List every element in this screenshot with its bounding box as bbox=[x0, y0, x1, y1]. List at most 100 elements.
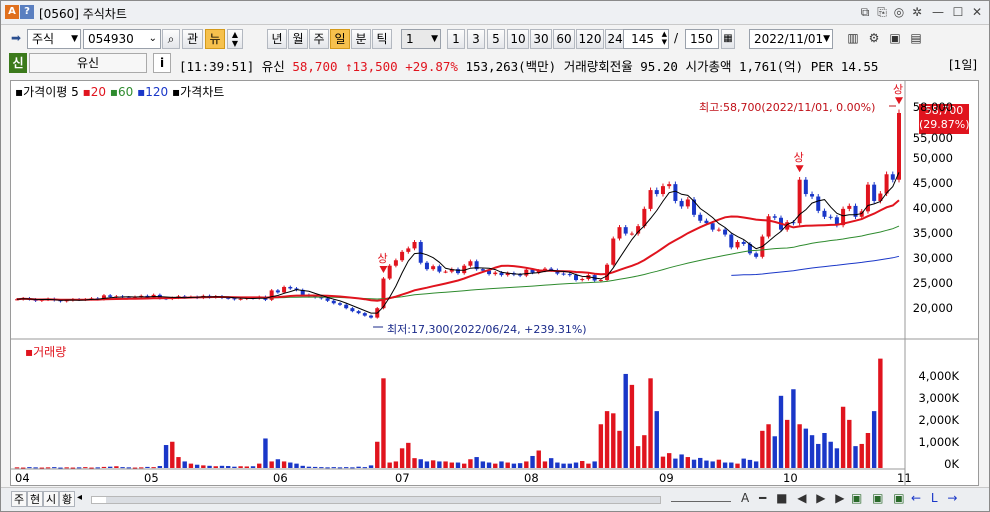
ma20-line bbox=[16, 199, 900, 302]
stock-code-value: 054930 bbox=[88, 32, 134, 46]
interval-select[interactable]: 1 ▼ bbox=[401, 29, 441, 49]
interval-30-button[interactable]: 30 bbox=[530, 29, 552, 49]
tab-minute[interactable]: 분 bbox=[351, 29, 371, 49]
horizontal-scrollbar[interactable] bbox=[91, 496, 661, 504]
help-badge-icon[interactable]: ? bbox=[20, 5, 34, 19]
interval-5-button[interactable]: 5 bbox=[487, 29, 505, 49]
stock-code-input[interactable]: 054930 ⌄ bbox=[83, 29, 161, 49]
volume-bar bbox=[343, 467, 349, 469]
nav-icons[interactable]: A ━ ■ ◀ ▶ ▶ bbox=[741, 491, 848, 505]
tab-tick[interactable]: 틱 bbox=[372, 29, 392, 49]
scroll-left-icon[interactable]: ◂ bbox=[77, 492, 82, 503]
tab-year[interactable]: 년 bbox=[267, 29, 287, 49]
interval-10-button[interactable]: 10 bbox=[507, 29, 529, 49]
tab-stock[interactable]: 주 bbox=[11, 491, 28, 507]
candle-body bbox=[406, 248, 411, 252]
volume-bar bbox=[722, 462, 728, 468]
scrollbar-thumb[interactable] bbox=[106, 497, 660, 503]
search-button[interactable]: ⌕ bbox=[162, 29, 180, 49]
tile-icon[interactable]: ⧉ bbox=[857, 4, 873, 20]
volume-bar bbox=[281, 461, 287, 468]
candle-body bbox=[698, 214, 703, 221]
volume-bar bbox=[275, 459, 281, 468]
link-arrow-icon[interactable]: ➡ bbox=[7, 29, 25, 47]
volume-bar bbox=[666, 453, 672, 468]
window-title: [0560] 주식차트 bbox=[39, 7, 127, 21]
volume-tick: 3,000K bbox=[918, 391, 959, 405]
market-cap-label: 시가총액 bbox=[685, 59, 732, 74]
legend-ma20[interactable]: 20 bbox=[91, 85, 106, 99]
news-button[interactable]: 뉴 bbox=[205, 29, 225, 49]
tab-current[interactable]: 현 bbox=[27, 491, 44, 507]
market-select[interactable]: 주식 ▼ bbox=[27, 29, 81, 49]
volume-bar bbox=[21, 467, 26, 469]
volume-bar bbox=[834, 448, 840, 468]
chart-panel[interactable]: 상상상 ▪가격이평 5 ▪20 ▪60 ▪120 ▪가격차트 ▪거래량 최고:5… bbox=[10, 80, 979, 486]
volume-bar bbox=[524, 461, 529, 468]
minimize-icon[interactable]: — bbox=[930, 4, 946, 20]
interest-button[interactable]: 관 bbox=[182, 29, 203, 49]
spin-button[interactable]: ▲ ▼ bbox=[227, 29, 243, 49]
volume-bar bbox=[312, 466, 318, 468]
legend-volume-label[interactable]: 거래량 bbox=[33, 345, 66, 359]
interval-3-button[interactable]: 3 bbox=[467, 29, 485, 49]
per-label: PER bbox=[810, 59, 834, 74]
volume-bar bbox=[468, 459, 473, 468]
volume-bar bbox=[387, 462, 392, 468]
legend-ma5[interactable]: 5 bbox=[71, 85, 79, 99]
candle-body bbox=[716, 229, 721, 231]
chart-canvas[interactable]: 상상상 bbox=[11, 81, 978, 485]
volume-bar bbox=[642, 435, 647, 468]
quote-line: [11:39:51] 유신 58,700 ↑13,500 +29.87% 153… bbox=[179, 56, 878, 75]
candle-body bbox=[288, 286, 293, 289]
volume-bar bbox=[679, 454, 684, 468]
settings-icon[interactable]: ✲ bbox=[909, 4, 925, 20]
x-tick: 09 bbox=[659, 471, 674, 485]
app-badge-icon[interactable]: A bbox=[5, 5, 19, 19]
copy-icon[interactable]: ⎘ bbox=[874, 4, 890, 20]
interval-60-button[interactable]: 60 bbox=[553, 29, 575, 49]
interval-120-button[interactable]: 120 bbox=[576, 29, 604, 49]
turnover-value: 95.20 bbox=[640, 59, 678, 74]
indicator-icon[interactable]: ▤ bbox=[907, 29, 925, 47]
date-select[interactable]: 2022/11/01 ▼ bbox=[749, 29, 833, 49]
legend-chart-label[interactable]: 가격차트 bbox=[180, 85, 224, 99]
price-tick: 35,000 bbox=[912, 226, 953, 240]
volume-bar bbox=[878, 358, 883, 468]
save-icon[interactable]: ▣ bbox=[886, 29, 904, 47]
tools-icon[interactable]: ← L → bbox=[911, 491, 960, 505]
volume-bar bbox=[698, 457, 703, 468]
calendar-icon[interactable]: ▦ bbox=[721, 29, 735, 49]
legend-marker-icon: ▪ bbox=[82, 85, 91, 99]
x-tick: 11 bbox=[897, 471, 912, 485]
chart-window: A ? [0560] 주식차트 ⧉ ⎘ ◎ ✲ — ☐ ✕ ➡ 주식 ▼ 054… bbox=[0, 0, 990, 512]
gear-icon[interactable]: ⚙ bbox=[865, 29, 883, 47]
volume-bar bbox=[393, 461, 399, 468]
zoom-slider[interactable] bbox=[671, 496, 731, 502]
bar-chart-icon[interactable]: ▥ bbox=[844, 29, 862, 47]
legend-ma60[interactable]: 60 bbox=[118, 85, 133, 99]
candle-body bbox=[897, 113, 901, 180]
maximize-icon[interactable]: ☐ bbox=[950, 4, 966, 20]
close-icon[interactable]: ✕ bbox=[969, 4, 985, 20]
stock-name-field[interactable]: 유신 bbox=[29, 53, 147, 73]
x-tick: 06 bbox=[273, 471, 288, 485]
tab-history[interactable]: 황 bbox=[59, 491, 76, 507]
info-button[interactable]: i bbox=[153, 53, 171, 73]
volume-bar bbox=[238, 466, 243, 468]
candle-body bbox=[282, 286, 287, 293]
excel-icon[interactable]: ▣ ▣ ▣ bbox=[851, 491, 908, 505]
count-input[interactable]: 145 ▲ ▼ bbox=[623, 29, 669, 49]
tab-quote[interactable]: 시 bbox=[43, 491, 60, 507]
tab-month[interactable]: 월 bbox=[288, 29, 308, 49]
tab-week[interactable]: 주 bbox=[309, 29, 329, 49]
total-count-input[interactable]: 150 bbox=[685, 29, 719, 49]
candle-body bbox=[754, 253, 759, 257]
tab-day[interactable]: 일 bbox=[330, 29, 350, 49]
volume-bar bbox=[567, 463, 573, 468]
capture-icon[interactable]: ◎ bbox=[891, 4, 907, 20]
volume-bar bbox=[306, 466, 312, 468]
interval-1-button[interactable]: 1 bbox=[447, 29, 465, 49]
legend-ma120[interactable]: 120 bbox=[145, 85, 168, 99]
volume-bar bbox=[201, 465, 206, 468]
